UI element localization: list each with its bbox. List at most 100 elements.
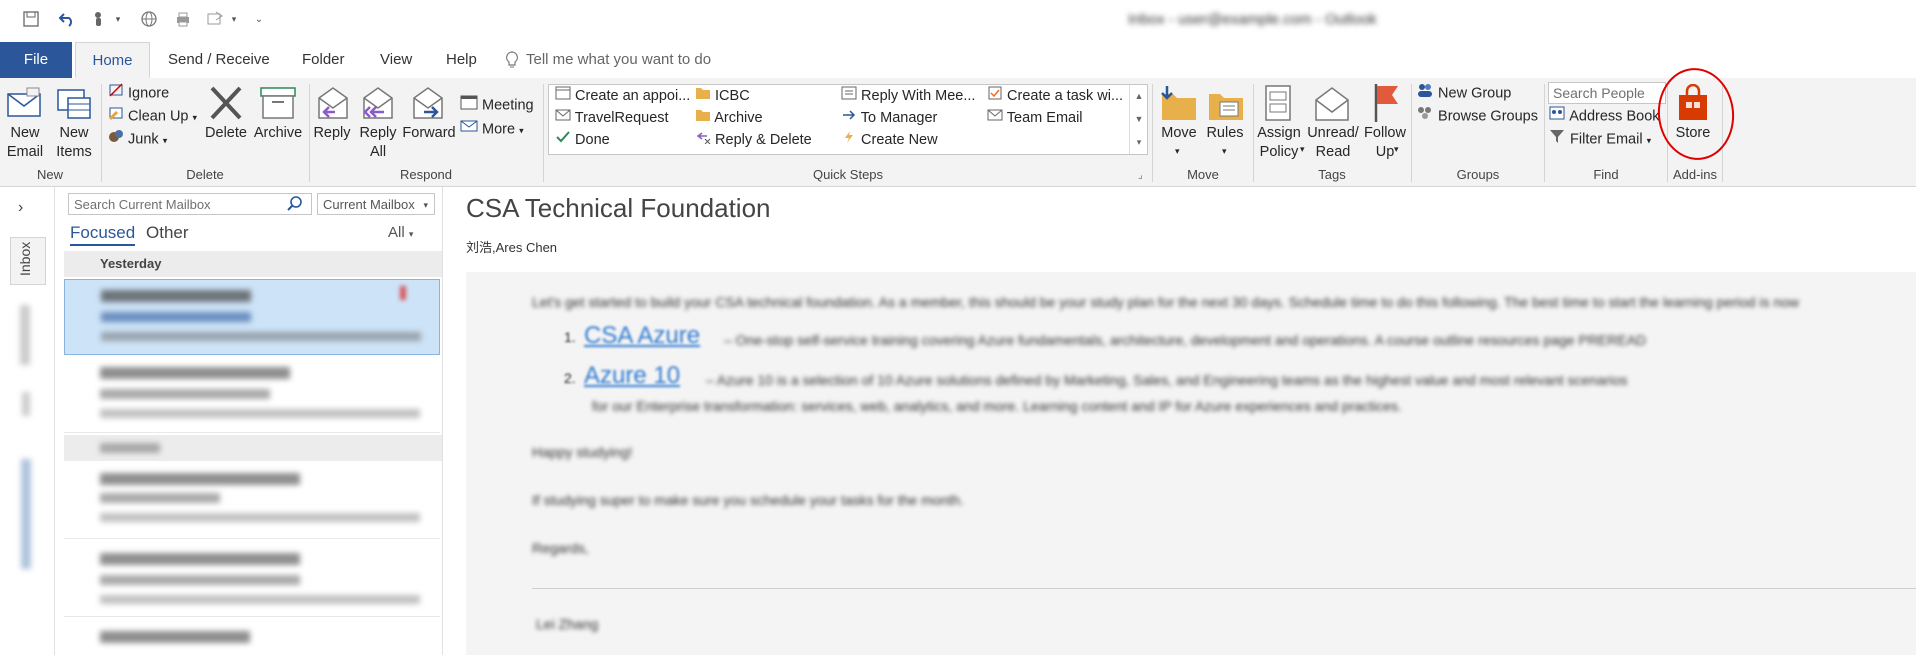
undo-icon[interactable] [56, 8, 78, 30]
nav-folder-blurred[interactable] [22, 392, 30, 416]
window-title: Inbox - user@example.com - Outlook [1128, 11, 1377, 28]
unread-read-icon [1312, 84, 1352, 124]
quick-step-create-task[interactable]: Create a task wi... [987, 85, 1123, 107]
tab-send-receive[interactable]: Send / Receive [168, 42, 270, 78]
tab-file[interactable]: File [0, 42, 72, 78]
chevron-down-icon[interactable]: ▾ [112, 8, 124, 30]
list-item[interactable] [64, 541, 440, 617]
quick-step-reply-delete[interactable]: Reply & Delete [695, 129, 812, 151]
tab-home[interactable]: Home [75, 42, 150, 78]
group-label-quick-steps: Quick Steps [812, 167, 884, 182]
group-label-delete: Delete [186, 167, 224, 182]
tab-help[interactable]: Help [446, 42, 477, 78]
list-item[interactable] [64, 279, 440, 355]
archive-button[interactable]: Archive [252, 124, 304, 143]
list-item[interactable] [64, 357, 440, 433]
quick-step-done[interactable]: Done [555, 129, 610, 151]
junk-button[interactable]: Junk ▾ [108, 128, 167, 151]
clean-up-button[interactable]: Clean Up ▾ [108, 105, 197, 128]
quick-step-icbc[interactable]: ICBC [695, 85, 750, 107]
message-from[interactable]: 刘浩,Ares Chen [466, 237, 557, 256]
follow-up-button[interactable]: Follow Up [1362, 124, 1408, 162]
ribbon-tabs: File Home Send / Receive Folder View Hel… [0, 42, 1916, 79]
chevron-down-icon[interactable]: ▾ [1300, 144, 1305, 155]
reading-pane: CSA Technical Foundation 刘浩,Ares Chen Le… [466, 187, 1916, 655]
new-items-button[interactable]: New Items [52, 124, 96, 162]
link-csa-azure[interactable]: CSA Azure [584, 322, 700, 350]
other-tab[interactable]: Other [146, 222, 189, 244]
body-paragraph-blurred: Regards, [532, 540, 589, 556]
quick-steps-gallery: Create an appoi... ICBC Reply With Mee..… [548, 84, 1148, 155]
save-icon[interactable] [20, 8, 42, 30]
chevron-down-icon[interactable]: ▾ [1394, 144, 1399, 155]
search-scope-dropdown[interactable]: Current Mailbox ▾ [317, 193, 435, 215]
quick-step-to-manager[interactable]: To Manager [841, 107, 937, 129]
globe-icon[interactable] [138, 8, 160, 30]
customize-qat-icon[interactable]: ⌄ [252, 8, 266, 30]
pane-divider[interactable] [442, 187, 443, 655]
touch-mode-icon[interactable] [88, 8, 110, 30]
browse-groups-button[interactable]: Browse Groups [1416, 105, 1538, 128]
search-mailbox-input[interactable]: Search Current Mailbox [68, 193, 312, 215]
quick-step-reply-with-meeting[interactable]: Reply With Mee... [841, 85, 975, 107]
signature-blurred: Lei Zhang [536, 616, 599, 632]
nav-inbox-tab[interactable]: Inbox [10, 237, 46, 285]
meeting-button[interactable]: Meeting [460, 94, 534, 117]
group-label-groups: Groups [1456, 167, 1500, 182]
search-people-input[interactable]: Search People [1548, 82, 1666, 104]
chevron-down-icon[interactable]: ▾ [1175, 146, 1180, 157]
address-book-button[interactable]: Address Book [1548, 105, 1660, 128]
body-paragraph-blurred: Happy studying! [532, 444, 633, 460]
unread-read-button[interactable]: Unread/ Read [1306, 124, 1360, 162]
filter-email-button[interactable]: Filter Email ▾ [1548, 128, 1651, 151]
search-icon[interactable] [286, 195, 304, 218]
list-item[interactable] [64, 463, 440, 539]
send-receive-icon[interactable] [204, 8, 226, 30]
address-book-icon [1548, 105, 1566, 128]
focused-tab[interactable]: Focused [70, 222, 136, 246]
quick-steps-scroll[interactable]: ▲ ▼ ▾ [1129, 85, 1148, 154]
quick-step-create-appointment[interactable]: Create an appoi... [555, 85, 690, 107]
rules-button[interactable]: Rules [1202, 124, 1248, 143]
list-item[interactable] [64, 619, 440, 655]
chevron-down-icon: ▾ [1646, 135, 1652, 146]
tab-folder[interactable]: Folder [302, 42, 345, 78]
chevron-down-icon[interactable]: ▾ [228, 8, 240, 30]
delete-button[interactable]: Delete [202, 124, 250, 143]
ignore-button[interactable]: Ignore [108, 82, 169, 105]
print-icon[interactable] [172, 8, 194, 30]
dialog-launcher-icon[interactable]: ⌟ [1138, 170, 1143, 181]
new-email-button[interactable]: New Email [2, 124, 48, 162]
tab-view[interactable]: View [380, 42, 412, 78]
tell-me-input[interactable]: Tell me what you want to do [526, 42, 711, 78]
filter-dropdown[interactable]: All ▾ [388, 224, 413, 241]
nav-folder-blurred[interactable] [20, 305, 30, 365]
calendar-icon [460, 94, 478, 117]
expand-chevron-icon[interactable]: › [18, 199, 23, 217]
group-header-yesterday[interactable]: Yesterday [64, 251, 442, 277]
task-icon [987, 85, 1003, 107]
group-label-find: Find [1593, 167, 1619, 182]
clean-up-icon [108, 105, 124, 128]
quick-step-create-new[interactable]: Create New [841, 129, 938, 151]
group-header-blurred[interactable] [64, 435, 442, 461]
message-list-pane: Search Current Mailbox Current Mailbox ▾… [62, 187, 443, 655]
assign-policy-button[interactable]: Assign Policy [1254, 124, 1304, 162]
reply-button[interactable]: Reply [309, 124, 355, 143]
link-azure-10[interactable]: Azure 10 [584, 362, 680, 390]
calendar-icon [555, 85, 571, 107]
quick-step-archive[interactable]: Archive [695, 107, 763, 129]
new-group-button[interactable]: New Group [1416, 82, 1511, 105]
nav-folder-blurred[interactable] [21, 459, 31, 569]
chevron-down-icon[interactable]: ▾ [1222, 146, 1227, 157]
reply-all-button[interactable]: Reply All [354, 124, 402, 162]
quick-step-team-email[interactable]: Team Email [987, 107, 1083, 129]
folder-icon [695, 85, 711, 107]
move-button[interactable]: Move [1156, 124, 1202, 143]
forward-button[interactable]: Forward [400, 124, 458, 143]
quick-step-travel-request[interactable]: TravelRequest [555, 107, 669, 129]
move-folder-icon [1159, 84, 1199, 124]
sender-blurred [101, 290, 251, 302]
more-respond-button[interactable]: More ▾ [460, 118, 524, 141]
body-paragraph-blurred: for our Enterprise transformation: servi… [592, 398, 1402, 414]
